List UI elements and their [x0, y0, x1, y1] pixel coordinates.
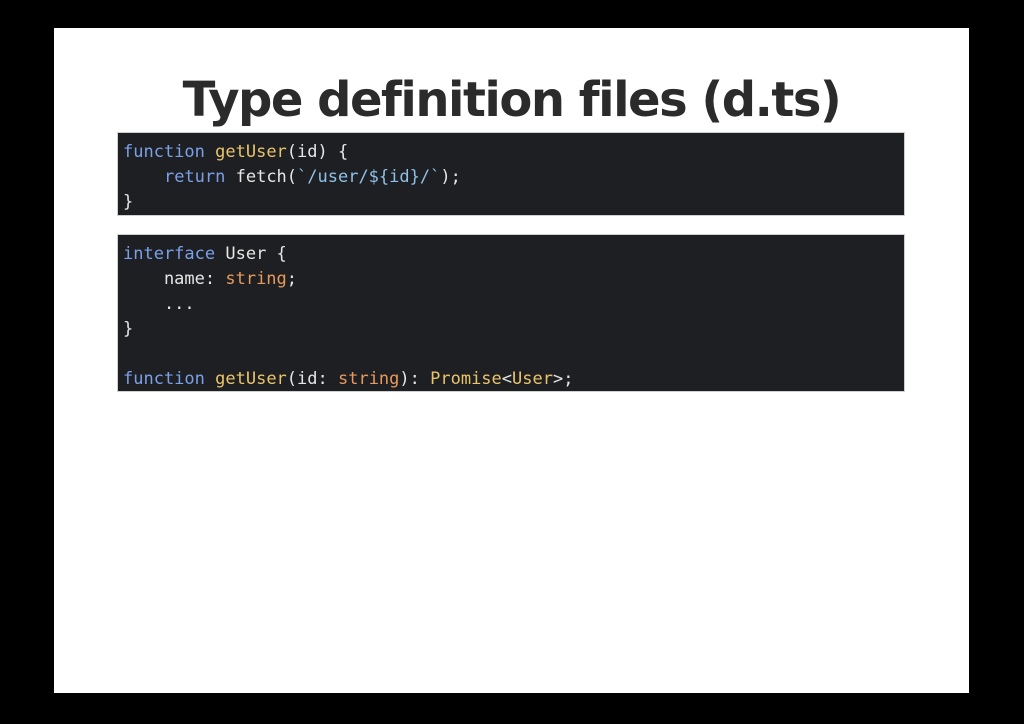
code-token-plain: <	[501, 369, 513, 389]
code-token-fn: getUser	[215, 369, 287, 389]
code-token-fn: User	[512, 369, 553, 389]
code-token-plain: >;	[552, 369, 574, 389]
code-line: }	[123, 317, 904, 342]
code-token-plain: }	[123, 319, 134, 339]
code-token-plain: }	[123, 192, 134, 212]
code-block-dts: interface User { name: string; ...} funct…	[117, 234, 905, 392]
code-line: function getUser(id) {	[123, 140, 904, 165]
code-token-type: string	[225, 269, 287, 289]
slide: Type definition files (d.ts) function ge…	[54, 28, 969, 693]
code-line: interface User {	[123, 242, 904, 267]
code-line: name: string;	[123, 267, 904, 292]
code-token-plain: );	[440, 167, 461, 187]
code-token-type: string	[337, 369, 400, 389]
code-token-plain: ):	[399, 369, 431, 389]
code-token-plain: (id:	[286, 369, 338, 389]
code-token-plain: ...	[123, 294, 195, 314]
code-token-plain: ;	[286, 269, 298, 289]
code-line: return fetch(`/user/${id}/`);	[123, 165, 904, 190]
code-token-kw: return	[163, 167, 226, 187]
code-token-kw: function	[123, 142, 205, 162]
code-line: }	[123, 190, 904, 215]
code-block-js: function getUser(id) { return fetch(`/us…	[117, 132, 905, 216]
code-token-str: `/user/${id}/`	[297, 167, 441, 187]
code-token-kw: interface	[123, 244, 216, 264]
code-line: ...	[123, 292, 904, 317]
code-token-fn: Promise	[430, 369, 502, 389]
code-token-plain: User {	[215, 244, 287, 264]
code-token-plain: (id) {	[286, 142, 349, 162]
slide-title: Type definition files (d.ts)	[182, 72, 842, 128]
code-token-kw: function	[123, 369, 205, 389]
code-token-plain: fetch(	[225, 167, 298, 187]
code-token-plain: name:	[123, 269, 226, 289]
code-token-fn: getUser	[215, 142, 287, 162]
code-line: function getUser(id: string): Promise<Us…	[123, 367, 904, 392]
